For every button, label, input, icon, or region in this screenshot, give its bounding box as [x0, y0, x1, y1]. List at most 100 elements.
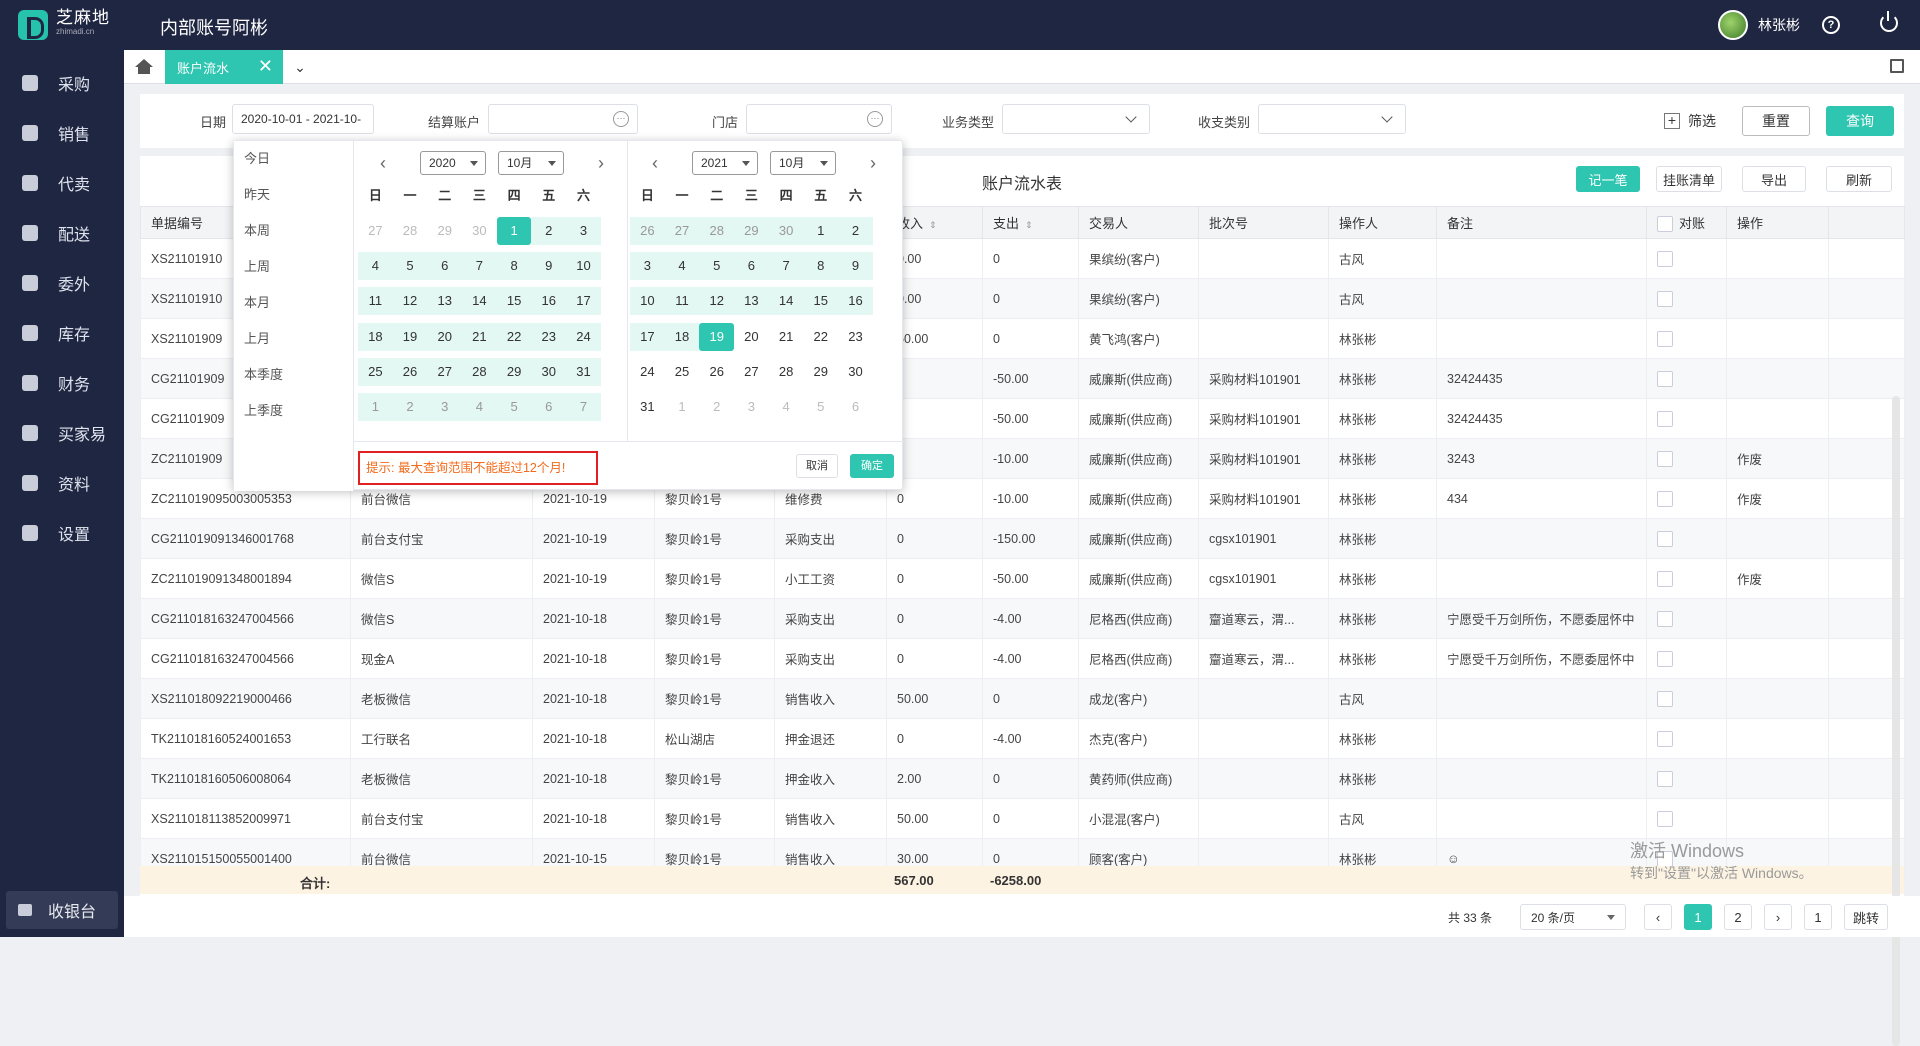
page-size-select[interactable]: 20 条/页: [1520, 904, 1626, 930]
calendar-day[interactable]: 2: [699, 393, 734, 421]
query-button[interactable]: 查询: [1826, 106, 1894, 136]
prev-page-button[interactable]: ‹: [1644, 904, 1672, 930]
calendar-day[interactable]: 5: [803, 393, 838, 421]
sidebar-item-9[interactable]: 设置: [0, 508, 124, 558]
calendar-day[interactable]: 17: [566, 287, 601, 316]
shortcut-option[interactable]: 本月: [234, 285, 353, 321]
calendar-day[interactable]: 29: [734, 216, 769, 245]
table-cell[interactable]: [1726, 358, 1829, 399]
calendar-day[interactable]: 3: [630, 251, 665, 280]
shortcut-option[interactable]: 昨天: [234, 177, 353, 213]
calendar-day[interactable]: 19: [699, 322, 735, 351]
reconcile-checkbox[interactable]: [1657, 650, 1673, 667]
calendar-day[interactable]: 3: [566, 216, 601, 245]
record-button[interactable]: 记一笔: [1576, 166, 1640, 192]
table-row[interactable]: XS211018113852009971 前台支付宝 2021-10-18 黎贝岭1号…: [140, 798, 1905, 839]
calendar-day[interactable]: 5: [699, 251, 735, 280]
calendar-day[interactable]: 9: [531, 251, 567, 280]
close-icon[interactable]: ✕: [258, 56, 273, 77]
next-month-icon[interactable]: ›: [870, 154, 876, 172]
calendar-day[interactable]: 29: [427, 217, 462, 245]
calendar-day[interactable]: 22: [496, 322, 532, 351]
calendar-day[interactable]: 11: [664, 287, 700, 316]
calendar-day[interactable]: 17: [630, 322, 665, 351]
table-row[interactable]: TK211018160524001653 工行联名 2021-10-18 松山湖店 押金…: [140, 718, 1905, 759]
user-name[interactable]: 林张彬: [1758, 15, 1800, 35]
calendar-day[interactable]: 9: [838, 251, 873, 280]
calendar-day[interactable]: 24: [630, 358, 665, 386]
avatar[interactable]: [1718, 10, 1748, 40]
sidebar-item-4[interactable]: 委外: [0, 258, 124, 308]
month-select-right[interactable]: 10月: [770, 151, 836, 175]
calendar-day[interactable]: 25: [358, 357, 393, 386]
table-cell[interactable]: [1726, 238, 1829, 279]
calendar-day[interactable]: 2: [838, 216, 873, 245]
shortcut-option[interactable]: 今日: [234, 141, 353, 177]
calendar-day[interactable]: 8: [496, 251, 532, 280]
table-cell[interactable]: [1726, 758, 1829, 799]
calendar-day[interactable]: 23: [838, 323, 873, 351]
calendar-day[interactable]: 12: [392, 287, 428, 316]
date-range-input[interactable]: 2020-10-01 - 2021-10-19: [232, 104, 374, 154]
account-input[interactable]: ···: [488, 104, 638, 134]
calendar-day[interactable]: 26: [630, 216, 665, 245]
more-icon[interactable]: ···: [867, 111, 883, 127]
calendar-day[interactable]: 28: [393, 217, 428, 245]
reconcile-checkbox[interactable]: [1657, 770, 1673, 787]
sort-icon[interactable]: ⇕: [929, 220, 937, 230]
calendar-day[interactable]: 24: [566, 322, 601, 351]
reconcile-checkbox[interactable]: [1657, 410, 1673, 427]
calendar-day[interactable]: 12: [699, 287, 735, 316]
confirm-button[interactable]: 确定: [850, 454, 894, 478]
calendar-day[interactable]: 8: [803, 251, 839, 280]
calendar-day[interactable]: 30: [462, 217, 497, 245]
shortcut-option[interactable]: 本周: [234, 213, 353, 249]
calendar-day[interactable]: 13: [427, 287, 463, 316]
calendar-day[interactable]: 6: [427, 251, 463, 280]
next-page-button[interactable]: ›: [1764, 904, 1792, 930]
tab-account-flow[interactable]: 账户流水 ✕: [165, 50, 283, 84]
calendar-day[interactable]: 14: [462, 287, 497, 316]
table-cell[interactable]: 作废: [1726, 478, 1829, 519]
sidebar-item-6[interactable]: 财务: [0, 358, 124, 408]
cancel-button[interactable]: 取消: [796, 454, 838, 478]
calendar-day[interactable]: 30: [768, 216, 804, 245]
prev-month-icon[interactable]: ‹: [380, 154, 386, 172]
reconcile-checkbox[interactable]: [1657, 370, 1673, 387]
calendar-day[interactable]: 31: [630, 393, 665, 421]
table-cell[interactable]: [1726, 678, 1829, 719]
table-cell[interactable]: [1726, 318, 1829, 359]
year-select-left[interactable]: 2020: [420, 151, 486, 175]
table-row[interactable]: CG211018163247004566 微信S 2021-10-18 黎贝岭1号 采购…: [140, 598, 1905, 639]
reconcile-checkbox[interactable]: [1657, 730, 1673, 747]
calendar-day[interactable]: 5: [392, 251, 428, 280]
reconcile-checkbox[interactable]: [1657, 530, 1673, 547]
calendar-day[interactable]: 22: [803, 323, 838, 351]
fullscreen-icon[interactable]: [1890, 59, 1904, 73]
calendar-day[interactable]: 11: [358, 287, 393, 316]
calendar-day[interactable]: 21: [769, 323, 804, 351]
calendar-day[interactable]: 13: [734, 287, 769, 316]
shortcut-option[interactable]: 上季度: [234, 393, 353, 429]
calendar-day[interactable]: 15: [803, 287, 839, 316]
shortcut-option[interactable]: 上月: [234, 321, 353, 357]
column-header[interactable]: 支出 ⇕: [982, 206, 1079, 239]
calendar-day[interactable]: 21: [462, 322, 497, 351]
reconcile-checkbox[interactable]: [1657, 290, 1673, 307]
logo[interactable]: 芝麻地 zhimadi.cn: [18, 9, 110, 40]
calendar-day[interactable]: 26: [392, 357, 428, 386]
reconcile-checkbox[interactable]: [1657, 450, 1673, 467]
reconcile-checkbox[interactable]: [1657, 690, 1673, 707]
category-select[interactable]: [1258, 104, 1406, 134]
calendar-day[interactable]: 25: [665, 358, 700, 386]
calendar-day[interactable]: 30: [531, 357, 567, 386]
calendar-day[interactable]: 30: [838, 358, 873, 386]
calendar-day[interactable]: 27: [358, 217, 393, 245]
calendar-day[interactable]: 7: [462, 251, 497, 280]
calendar-day[interactable]: 1: [803, 216, 839, 245]
sidebar-item-1[interactable]: 销售: [0, 108, 124, 158]
table-cell[interactable]: 作废: [1726, 558, 1829, 599]
next-month-icon[interactable]: ›: [598, 154, 604, 172]
jump-input[interactable]: 1: [1804, 904, 1832, 930]
calendar-day[interactable]: 16: [531, 287, 567, 316]
